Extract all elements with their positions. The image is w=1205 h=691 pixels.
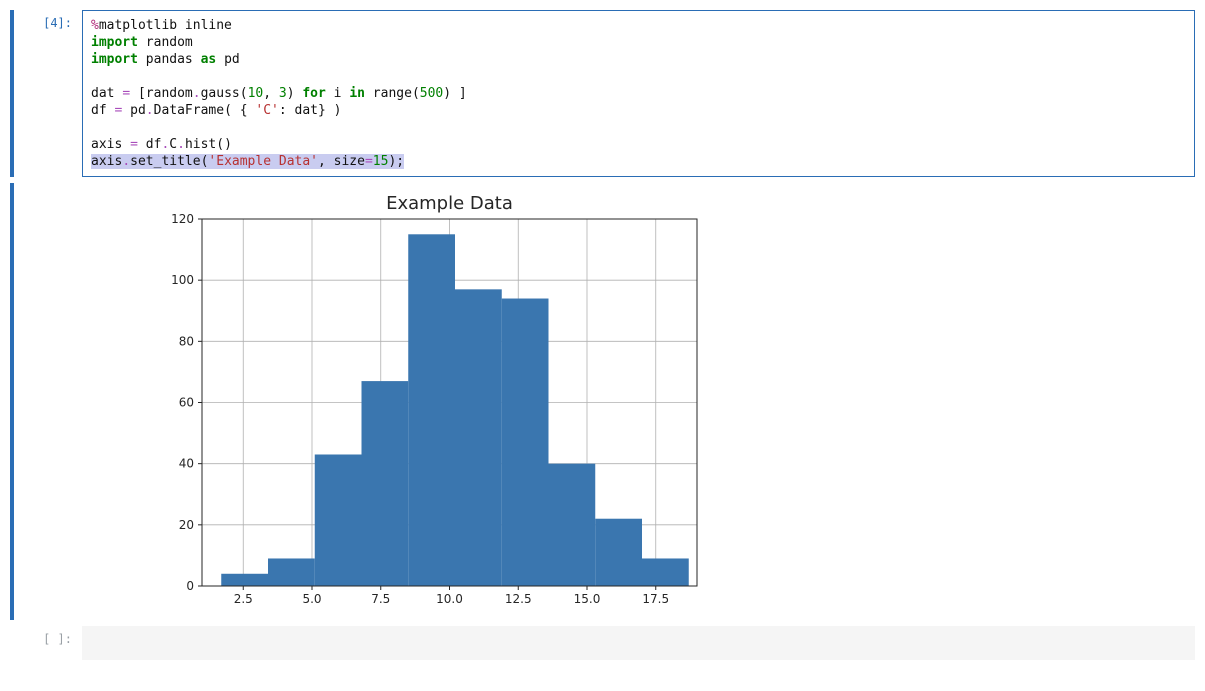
- input-prompt: [ ]:: [16, 626, 82, 660]
- output-cell: Example Data 2.5 5.0 7.5 10.0 12.5 15.0 17.5 0 20…: [10, 183, 1195, 620]
- chart-output: Example Data 2.5 5.0 7.5 10.0 12.5 15.0 17.5 0 20…: [82, 183, 1195, 620]
- svg-text:0: 0: [186, 579, 194, 593]
- svg-text:20: 20: [179, 518, 194, 532]
- run-indicator: [10, 183, 14, 620]
- svg-text:100: 100: [171, 273, 194, 287]
- code-input[interactable]: [82, 626, 1195, 660]
- run-indicator: [10, 626, 14, 660]
- output-prompt: [16, 183, 82, 620]
- svg-text:40: 40: [179, 457, 194, 471]
- svg-text:5.0: 5.0: [302, 592, 321, 606]
- svg-text:2.5: 2.5: [234, 592, 253, 606]
- svg-text:Example Data: Example Data: [386, 193, 513, 214]
- code-text[interactable]: %matplotlib inline import random import …: [91, 17, 1186, 170]
- input-prompt: [4]:: [16, 10, 82, 177]
- run-indicator: [10, 10, 14, 177]
- svg-text:17.5: 17.5: [642, 592, 669, 606]
- empty-code-cell[interactable]: [ ]:: [10, 626, 1195, 660]
- notebook: [4]:: [0, 0, 1205, 691]
- svg-text:60: 60: [179, 396, 194, 410]
- code-input[interactable]: %matplotlib inline import random import …: [82, 10, 1195, 177]
- svg-text:15.0: 15.0: [574, 592, 601, 606]
- svg-text:7.5: 7.5: [371, 592, 390, 606]
- histogram-chart: Example Data 2.5 5.0 7.5 10.0 12.5 15.0 17.5 0 20…: [82, 189, 702, 616]
- svg-text:120: 120: [171, 212, 194, 226]
- code-cell[interactable]: [4]:: [10, 10, 1195, 177]
- svg-text:10.0: 10.0: [436, 592, 463, 606]
- svg-text:12.5: 12.5: [505, 592, 532, 606]
- svg-text:80: 80: [179, 334, 194, 348]
